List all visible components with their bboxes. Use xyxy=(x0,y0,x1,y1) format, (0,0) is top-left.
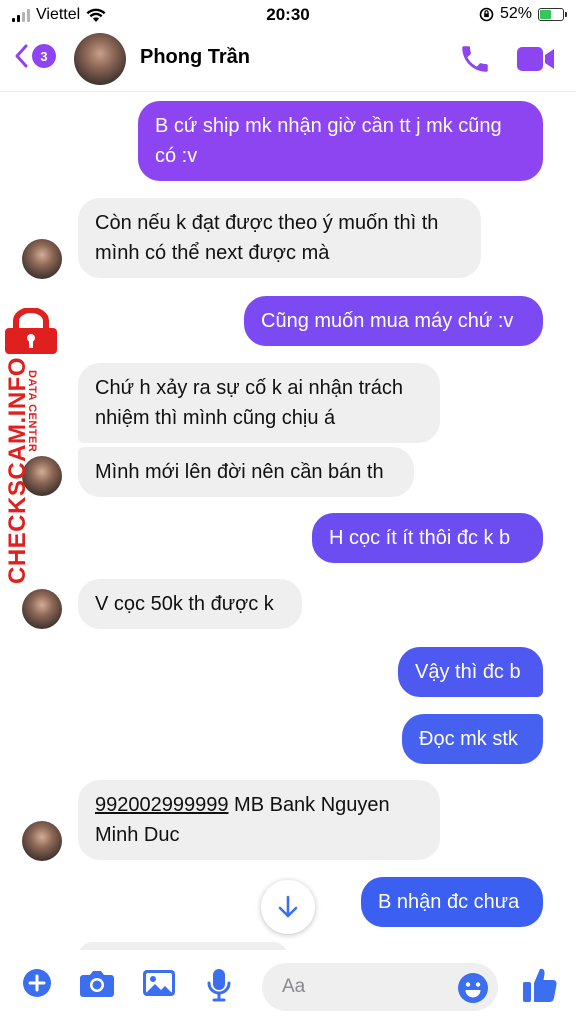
scroll-to-bottom-button[interactable] xyxy=(261,880,315,934)
phone-call-icon[interactable] xyxy=(458,42,492,76)
message-bubble-outgoing[interactable]: Đọc mk stk xyxy=(402,714,543,764)
message-bubble-incoming[interactable]: V cọc 50k th được k xyxy=(78,579,302,629)
sender-avatar[interactable] xyxy=(22,239,62,279)
orientation-lock-icon xyxy=(479,7,494,21)
unread-count-badge: 3 xyxy=(32,44,56,68)
status-right: 52% xyxy=(479,5,567,23)
sender-avatar[interactable] xyxy=(22,821,62,861)
status-bar: Viettel 20:30 52% xyxy=(0,0,576,30)
thumbs-up-icon[interactable] xyxy=(522,966,558,1004)
camera-icon[interactable] xyxy=(79,968,115,998)
contact-name[interactable]: Phong Trần xyxy=(140,46,250,69)
contact-avatar[interactable] xyxy=(74,33,126,85)
message-bubble-outgoing[interactable]: B nhận đc chưa xyxy=(361,877,543,927)
video-call-icon[interactable] xyxy=(516,44,556,74)
message-bubble-incoming[interactable]: Mình mới lên đời nên cần bán th xyxy=(78,447,414,497)
conversation-header: 3 Phong Trần xyxy=(0,30,576,92)
message-bubble-incoming[interactable]: 992002999999 MB Bank Nguyen Minh Duc xyxy=(78,780,440,860)
composer-bar: Aa xyxy=(0,950,576,1024)
message-bubble-outgoing[interactable]: B cứ ship mk nhận giờ cần tt j mk cũng c… xyxy=(138,101,543,181)
message-bubble-outgoing[interactable]: Cũng muốn mua máy chứ :v xyxy=(244,296,543,346)
emoji-icon[interactable] xyxy=(457,972,489,1004)
photo-gallery-icon[interactable] xyxy=(142,968,176,998)
message-bubble-incoming[interactable]: Còn nếu k đạt được theo ý muốn thì th mì… xyxy=(78,198,481,278)
microphone-icon[interactable] xyxy=(206,968,232,1002)
chevron-left-icon xyxy=(15,44,28,68)
watermark-subtext: DATA CENTER xyxy=(26,370,38,453)
bank-account-number[interactable]: 992002999999 xyxy=(95,794,228,816)
message-bubble-outgoing[interactable]: Vậy thì đc b xyxy=(398,647,543,697)
message-bubble-outgoing[interactable]: H cọc ít ít thôi đc k b xyxy=(312,513,543,563)
message-bubble-incoming[interactable]: Chứ h xảy ra sự cố k ai nhận trách nhiệm… xyxy=(78,363,440,443)
arrow-down-icon xyxy=(278,895,298,918)
battery-icon xyxy=(538,7,567,21)
watermark: CHECKSCAM.INFO DATA CENTER xyxy=(2,308,62,598)
back-button[interactable]: 3 xyxy=(14,44,56,68)
message-input-placeholder: Aa xyxy=(282,976,306,997)
add-more-icon[interactable] xyxy=(22,968,52,998)
battery-percent: 52% xyxy=(499,5,532,22)
padlock-icon xyxy=(5,308,57,354)
